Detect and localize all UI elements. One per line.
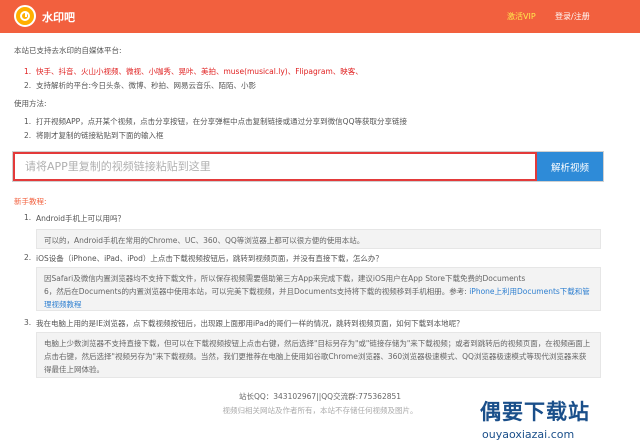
faq-answer-2-line-2: 6，然后在Documents的内置浏览器中使用本站，可以完美下载视频，并且Doc… (44, 287, 467, 296)
platform-line-1: 1. 快手、抖音、火山小视频、微视、小咖秀、晃咔、美拍、muse(musical.… (24, 67, 363, 76)
faq-question-3: 我在电脑上用的是IE浏览器，点下载视频按钮后，出现跟上面那用iPad的哥们一样的… (36, 319, 464, 328)
usage-step-2: 2. 将刚才复制的链接粘贴到下面的输入框 (24, 131, 164, 140)
faq-number-3: 3. (24, 318, 32, 327)
faq-question-2: iOS设备（iPhone、iPad、iPod）上点击下载视频按钮后，跳转到视频页… (36, 254, 383, 263)
activate-vip-link[interactable]: 激活VIP (507, 11, 536, 22)
video-link-input[interactable] (13, 152, 537, 181)
usage-step-1: 1. 打开视频APP，点开某个视频，点击分享按钮，在分享弹框中点击复制链接或通过分… (24, 117, 407, 126)
faq-answer-3: 电脑上少数浏览器不支持直接下载，但可以在下载视频按钮上点击右键，然后选择"目标另… (36, 332, 601, 378)
top-navbar: 水印吧 激活VIP 登录/注册 (0, 0, 640, 33)
site-watermark: 偶要下载站 ouyaoxiazai.com (470, 396, 640, 448)
search-bar: 解析视频 (12, 151, 604, 182)
faq-answer-2-line-1: 因Safari及微信内置浏览器均不支持下载文件，所以保存视频需要借助第三方App… (44, 274, 526, 283)
faq-answer-2: 因Safari及微信内置浏览器均不支持下载文件，所以保存视频需要借助第三方App… (36, 267, 601, 311)
faq-question-1: Android手机上可以用吗？ (36, 214, 125, 223)
watermark-url: ouyaoxiazai.com (482, 428, 575, 441)
brand-name[interactable]: 水印吧 (42, 9, 75, 25)
supported-platforms-title: 本站已支持去水印的自媒体平台: (14, 46, 122, 55)
faq-answer-1: 可以的，Android手机在常用的Chrome、UC、360、QQ等浏览器上都可… (36, 229, 601, 249)
faq-number-2: 2. (24, 253, 32, 262)
login-register-link[interactable]: 登录/注册 (555, 11, 590, 22)
parse-video-button[interactable]: 解析视频 (537, 152, 603, 181)
faq-number-1: 1. (24, 213, 32, 222)
watermark-title: 偶要下载站 (480, 400, 590, 424)
logo-icon[interactable] (14, 5, 36, 27)
usage-title: 使用方法: (14, 99, 47, 108)
tutorial-title: 新手教程: (14, 197, 47, 206)
platform-line-2: 2. 支持解析的平台:今日头条、微博、秒拍、网易云音乐、陌陌、小影 (24, 81, 257, 90)
